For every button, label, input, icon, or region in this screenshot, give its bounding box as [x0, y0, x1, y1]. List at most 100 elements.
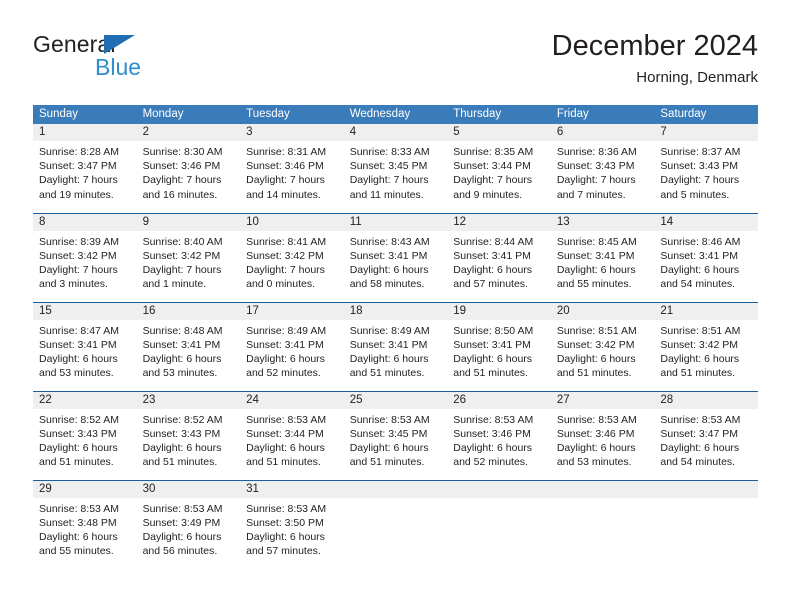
day-number	[447, 480, 551, 498]
sun-info-line: and 9 minutes.	[453, 188, 523, 201]
sun-info-line: Sunrise: 8:51 AM	[660, 324, 741, 337]
calendar-day-cell[interactable]: 18 Sunrise: 8:49 AM Sunset: 3:41 PM Dayligh…	[343, 301, 448, 391]
day-sun-info: Sunrise: 8:53 AM Sunset: 3:49 PM Daylight:…	[137, 498, 241, 559]
day-cell-inner: 12 Sunrise: 8:44 AM Sunset: 3:41 PM Dayligh…	[447, 213, 551, 302]
weekday-header-thursday: Thursday	[447, 105, 551, 124]
day-cell-inner: 16 Sunrise: 8:48 AM Sunset: 3:41 PM Dayligh…	[136, 302, 241, 391]
calendar-day-cell[interactable]: 25 Sunrise: 8:53 AM Sunset: 3:45 PM Dayligh…	[343, 390, 448, 480]
general-blue-logo[interactable]: General Blue	[33, 32, 233, 88]
sun-info-line: Sunrise: 8:47 AM	[39, 324, 119, 337]
sun-info-line: Sunset: 3:42 PM	[39, 249, 117, 262]
calendar-day-cell[interactable]: 9 Sunrise: 8:40 AM Sunset: 3:42 PM Daylight…	[136, 212, 241, 302]
sun-info-line: Daylight: 6 hours	[39, 530, 118, 543]
sun-info-line: and 58 minutes.	[349, 278, 425, 291]
calendar-day-cell[interactable]: 20 Sunrise: 8:51 AM Sunset: 3:42 PM Dayligh…	[550, 301, 655, 391]
calendar-day-cell[interactable]: 19 Sunrise: 8:50 AM Sunset: 3:41 PM Dayligh…	[447, 301, 551, 391]
calendar-day-cell[interactable]: 23 Sunrise: 8:52 AM Sunset: 3:43 PM Dayligh…	[136, 390, 241, 480]
sun-info-line: Sunrise: 8:31 AM	[246, 146, 327, 158]
calendar-day-cell[interactable]: 12 Sunrise: 8:44 AM Sunset: 3:41 PM Dayligh…	[447, 212, 551, 302]
day-number: 25	[343, 391, 448, 409]
calendar-day-cell[interactable]: 8 Sunrise: 8:39 AM Sunset: 3:42 PM Daylight…	[33, 212, 137, 302]
sun-info-line: Sunrise: 8:49 AM	[246, 324, 327, 337]
sun-info-line: and 51 minutes.	[39, 456, 114, 469]
calendar-day-cell[interactable]: 27 Sunrise: 8:53 AM Sunset: 3:46 PM Dayligh…	[550, 390, 655, 480]
calendar-day-cell[interactable]: 28 Sunrise: 8:53 AM Sunset: 3:47 PM Dayligh…	[654, 390, 758, 480]
day-number: 24	[240, 391, 344, 409]
calendar-day-cell[interactable]: 5 Sunrise: 8:35 AM Sunset: 3:44 PM Daylight…	[447, 124, 551, 213]
calendar-day-cell[interactable]: 30 Sunrise: 8:53 AM Sunset: 3:49 PM Dayligh…	[136, 479, 241, 569]
day-cell-inner: 15 Sunrise: 8:47 AM Sunset: 3:41 PM Dayligh…	[33, 302, 137, 391]
calendar-day-cell[interactable]: 10 Sunrise: 8:41 AM Sunset: 3:42 PM Dayligh…	[240, 212, 344, 302]
sun-info-line: and 14 minutes.	[246, 188, 321, 201]
day-number: 31	[240, 480, 344, 498]
calendar-day-cell[interactable]: 29 Sunrise: 8:53 AM Sunset: 3:48 PM Dayligh…	[33, 479, 137, 569]
calendar-day-cell[interactable]: 13 Sunrise: 8:45 AM Sunset: 3:41 PM Dayligh…	[550, 212, 655, 302]
sun-info-line: Sunset: 3:41 PM	[246, 338, 324, 351]
calendar-day-cell[interactable]: 7 Sunrise: 8:37 AM Sunset: 3:43 PM Daylight…	[654, 124, 758, 213]
day-sun-info: Sunrise: 8:47 AM Sunset: 3:41 PM Daylight:…	[33, 320, 137, 381]
sun-info-line: Sunrise: 8:37 AM	[660, 146, 741, 158]
sun-info-line: and 53 minutes.	[556, 456, 632, 469]
calendar-page: General Blue December 2024 Horning, Denm…	[0, 0, 792, 612]
day-sun-info: Sunrise: 8:50 AM Sunset: 3:41 PM Daylight:…	[447, 320, 551, 381]
triangle-icon	[104, 35, 135, 54]
day-number: 22	[33, 391, 137, 409]
sun-info-line: Daylight: 7 hours	[142, 174, 222, 187]
day-cell-inner: 17 Sunrise: 8:49 AM Sunset: 3:41 PM Dayligh…	[240, 302, 344, 391]
calendar-day-cell[interactable]: 31 Sunrise: 8:53 AM Sunset: 3:50 PM Dayligh…	[240, 479, 344, 569]
sun-info-line: Sunset: 3:41 PM	[349, 338, 428, 351]
day-sun-info: Sunrise: 8:41 AM Sunset: 3:42 PM Daylight:…	[240, 231, 344, 292]
day-sun-info: Sunrise: 8:30 AM Sunset: 3:46 PM Daylight:…	[137, 141, 241, 202]
day-number: 16	[136, 302, 241, 320]
weekday-header-friday: Friday	[550, 105, 655, 124]
calendar-day-cell[interactable]: 1 Sunrise: 8:28 AM Sunset: 3:47 PM Daylight…	[33, 124, 137, 213]
day-number: 21	[654, 302, 758, 320]
sun-info-line: Sunrise: 8:30 AM	[142, 146, 223, 158]
sun-info-line: and 51 minutes.	[556, 367, 632, 380]
calendar-day-cell[interactable]: 15 Sunrise: 8:47 AM Sunset: 3:41 PM Dayligh…	[33, 301, 137, 391]
sun-info-line: and 54 minutes.	[660, 278, 736, 291]
day-number	[550, 480, 655, 498]
calendar-day-cell[interactable]: 21 Sunrise: 8:51 AM Sunset: 3:42 PM Dayligh…	[654, 301, 758, 391]
day-number: 9	[136, 213, 241, 231]
calendar-day-cell[interactable]: 16 Sunrise: 8:48 AM Sunset: 3:41 PM Dayligh…	[136, 301, 241, 391]
title-block: December 2024 Horning, Denmark	[552, 28, 758, 89]
sun-info-line: and 57 minutes.	[246, 545, 321, 558]
calendar-day-cell[interactable]: 14 Sunrise: 8:46 AM Sunset: 3:41 PM Dayligh…	[654, 212, 758, 302]
calendar-day-cell[interactable]: 17 Sunrise: 8:49 AM Sunset: 3:41 PM Dayligh…	[240, 301, 344, 391]
sun-info-line: and 51 minutes.	[349, 456, 425, 469]
day-cell-inner: 24 Sunrise: 8:53 AM Sunset: 3:44 PM Dayligh…	[240, 391, 344, 480]
sun-info-line: Sunset: 3:43 PM	[660, 160, 739, 173]
calendar-week-row: 8 Sunrise: 8:39 AM Sunset: 3:42 PM Daylight…	[33, 212, 758, 302]
sun-info-line: Daylight: 6 hours	[349, 263, 429, 276]
day-number: 7	[654, 124, 758, 141]
day-cell-inner: 19 Sunrise: 8:50 AM Sunset: 3:41 PM Dayligh…	[447, 302, 551, 391]
sun-info-line: Daylight: 7 hours	[39, 174, 118, 187]
day-sun-info: Sunrise: 8:53 AM Sunset: 3:47 PM Daylight:…	[654, 409, 758, 470]
calendar-day-cell[interactable]: 3 Sunrise: 8:31 AM Sunset: 3:46 PM Daylight…	[240, 124, 344, 213]
calendar-day-cell[interactable]: 11 Sunrise: 8:43 AM Sunset: 3:41 PM Dayligh…	[343, 212, 448, 302]
sun-info-line: and 56 minutes.	[142, 545, 218, 558]
sun-info-line: Sunset: 3:50 PM	[246, 516, 324, 529]
calendar-day-cell[interactable]: 4 Sunrise: 8:33 AM Sunset: 3:45 PM Daylight…	[343, 124, 448, 213]
calendar-day-cell[interactable]: 26 Sunrise: 8:53 AM Sunset: 3:46 PM Dayligh…	[447, 390, 551, 480]
calendar-day-cell[interactable]: 6 Sunrise: 8:36 AM Sunset: 3:43 PM Daylight…	[550, 124, 655, 213]
calendar-day-cell[interactable]: 24 Sunrise: 8:53 AM Sunset: 3:44 PM Dayligh…	[240, 390, 344, 480]
calendar-body: 1 Sunrise: 8:28 AM Sunset: 3:47 PM Daylight…	[33, 124, 758, 569]
calendar-day-cell[interactable]: 2 Sunrise: 8:30 AM Sunset: 3:46 PM Daylight…	[136, 124, 241, 213]
sun-info-line: Daylight: 7 hours	[39, 263, 118, 276]
day-number	[654, 480, 758, 498]
day-cell-inner: 27 Sunrise: 8:53 AM Sunset: 3:46 PM Dayligh…	[550, 391, 655, 480]
sun-info-line: Daylight: 6 hours	[39, 352, 118, 365]
sun-info-line: Sunrise: 8:53 AM	[349, 413, 430, 426]
location-subtitle: Horning, Denmark	[636, 69, 758, 86]
sun-info-line: Sunset: 3:42 PM	[660, 338, 739, 351]
day-cell-inner: 7 Sunrise: 8:37 AM Sunset: 3:43 PM Daylight…	[654, 124, 758, 213]
calendar-day-cell[interactable]: 22 Sunrise: 8:52 AM Sunset: 3:43 PM Dayligh…	[33, 390, 137, 480]
sun-info-line: Sunrise: 8:51 AM	[556, 324, 637, 337]
day-number: 5	[447, 124, 551, 141]
day-cell-inner: 10 Sunrise: 8:41 AM Sunset: 3:42 PM Dayligh…	[240, 213, 344, 302]
day-number: 18	[343, 302, 448, 320]
sun-info-line: Daylight: 7 hours	[142, 263, 222, 276]
sun-info-line: Sunrise: 8:53 AM	[39, 502, 119, 515]
